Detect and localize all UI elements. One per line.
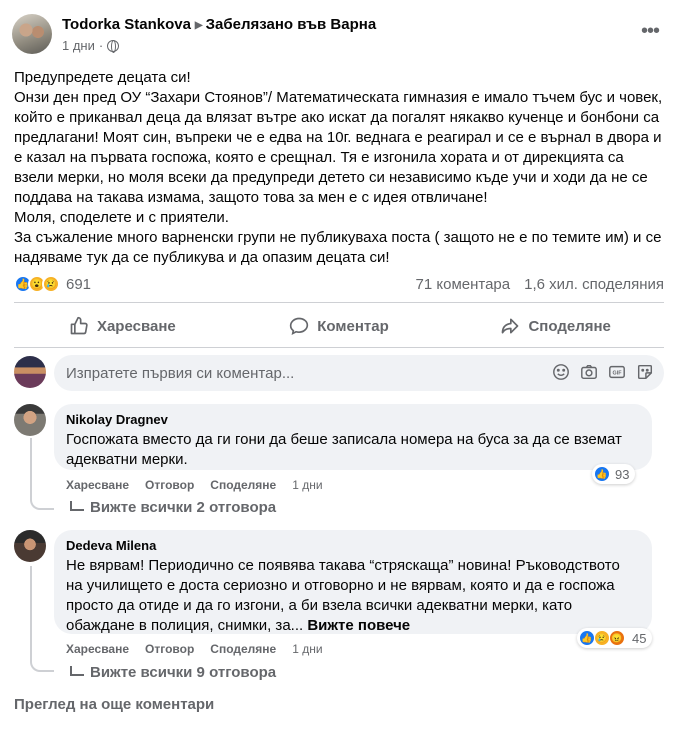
- post-stats: 👍 😮 😢 691 71 коментара 1,6 хил. споделян…: [14, 272, 664, 296]
- comment-reactions[interactable]: 👍 😢 😠 45: [577, 628, 653, 648]
- comment-like-button[interactable]: Харесване: [66, 478, 129, 492]
- view-more-comments-link[interactable]: Преглед на още коментари: [14, 696, 214, 713]
- gif-icon[interactable]: GIF: [608, 363, 626, 381]
- view-replies-label: Вижте всички 9 отговора: [90, 664, 277, 681]
- commenter-avatar[interactable]: [14, 530, 46, 562]
- post-header: Todorka Stankova ▶ Забелязано във Варна 1 …: [12, 12, 667, 58]
- composer-tools: GIF: [552, 363, 654, 381]
- comment-button[interactable]: Коментар: [231, 305, 448, 347]
- comment-share-button[interactable]: Споделяне: [210, 642, 276, 656]
- comment-text: Госпожата вместо да ги гони да беше запи…: [66, 431, 622, 468]
- sticker-icon[interactable]: [636, 363, 654, 381]
- reaction-icons[interactable]: 👍 😮 😢: [14, 275, 60, 293]
- comment-input[interactable]: Изпратете първия си коментар... GIF: [54, 355, 664, 391]
- commenter-name[interactable]: Nikolay Dragnev: [66, 412, 640, 428]
- see-more-link[interactable]: Вижте повече: [307, 617, 410, 634]
- post-actions: Харесване Коментар Споделяне: [14, 305, 664, 347]
- thread-line: [30, 438, 54, 510]
- stats-right: 71 коментара 1,6 хил. споделяния: [416, 276, 664, 293]
- view-replies-link[interactable]: Вижте всички 9 отговора: [70, 664, 276, 681]
- play-arrow-icon: ▶: [194, 20, 203, 31]
- reply-arrow-icon: [70, 665, 84, 676]
- post-card: Todorka Stankova ▶ Забелязано във Варна 1 …: [0, 0, 679, 729]
- post-text: Предупредете децата си! Онзи ден пред ОУ…: [14, 68, 666, 268]
- view-replies-link[interactable]: Вижте всички 2 отговора: [70, 499, 276, 516]
- sad-reaction-icon: 😢: [42, 275, 60, 293]
- commenter-name[interactable]: Dedeva Milena: [66, 538, 640, 554]
- divider: [14, 302, 664, 303]
- emoji-icon[interactable]: [552, 363, 570, 381]
- comment-reactions-count: 93: [615, 466, 630, 482]
- comment-reactions[interactable]: 👍 93: [592, 464, 636, 484]
- comment-reactions-count: 45: [632, 630, 647, 646]
- meta-separator: ·: [98, 38, 104, 53]
- comment-time[interactable]: 1 дни: [292, 478, 322, 492]
- commenter-avatar[interactable]: [14, 404, 46, 436]
- comment-bubble: Dedeva Milena Не вярвам! Периодично се п…: [54, 530, 652, 634]
- share-button-label: Споделяне: [528, 317, 611, 335]
- comment-button-label: Коментар: [317, 317, 389, 335]
- post-paragraph: За съжаление много варненски групи не пу…: [14, 229, 662, 266]
- like-reaction-icon: 👍: [579, 630, 595, 646]
- more-options-icon[interactable]: •••: [641, 20, 660, 43]
- comment-reply-button[interactable]: Отговор: [145, 642, 194, 656]
- post-meta: 1 дни ·: [62, 38, 120, 53]
- post-time[interactable]: 1 дни: [62, 38, 95, 53]
- like-reaction-icon: 👍: [594, 466, 610, 482]
- comment-text: Не вярвам! Периодично се появява такава …: [66, 556, 640, 636]
- share-button[interactable]: Споделяне: [447, 305, 664, 347]
- sad-reaction-icon: 😢: [594, 630, 610, 646]
- comment-actions: Харесване Отговор Споделяне 1 дни: [66, 642, 323, 656]
- current-user-avatar[interactable]: [14, 356, 46, 388]
- reply-arrow-icon: [70, 500, 84, 511]
- comment-bubble: Nikolay Dragnev Госпожата вместо да ги г…: [54, 404, 652, 470]
- author-line: Todorka Stankova ▶ Забелязано във Варна: [62, 16, 376, 33]
- comment-composer: Изпратете първия си коментар... GIF: [14, 355, 664, 393]
- globe-icon: [107, 39, 120, 53]
- comment-share-button[interactable]: Споделяне: [210, 478, 276, 492]
- comment-time[interactable]: 1 дни: [292, 642, 322, 656]
- post-paragraph: Онзи ден пред ОУ “Захари Стоянов”/ Матем…: [14, 89, 663, 206]
- comment-actions: Харесване Отговор Споделяне 1 дни: [66, 478, 323, 492]
- comment-reply-button[interactable]: Отговор: [145, 478, 194, 492]
- svg-text:GIF: GIF: [613, 371, 623, 377]
- shares-count[interactable]: 1,6 хил. споделяния: [524, 276, 664, 293]
- like-button[interactable]: Харесване: [14, 305, 231, 347]
- comments-count[interactable]: 71 коментара: [416, 276, 511, 293]
- divider: [14, 347, 664, 348]
- reactions-count[interactable]: 691: [66, 276, 91, 293]
- post-paragraph: Моля, споделете и с приятели.: [14, 209, 229, 226]
- thumbs-up-icon: [70, 316, 88, 335]
- view-replies-label: Вижте всички 2 отговора: [90, 499, 277, 516]
- camera-icon[interactable]: [580, 363, 598, 381]
- comment-bubble-icon: [290, 317, 309, 336]
- like-button-label: Харесване: [96, 317, 176, 335]
- post-paragraph: Предупредете децата си!: [14, 69, 191, 86]
- location-text[interactable]: Забелязано във Варна: [206, 16, 377, 33]
- comment-like-button[interactable]: Харесване: [66, 642, 129, 656]
- author-avatar[interactable]: [12, 14, 52, 54]
- comment-input-placeholder: Изпратете първия си коментар...: [66, 364, 295, 382]
- thread-line: [30, 566, 54, 672]
- angry-reaction-icon: 😠: [609, 630, 625, 646]
- author-name[interactable]: Todorka Stankova: [62, 16, 191, 33]
- share-arrow-icon: [502, 318, 519, 334]
